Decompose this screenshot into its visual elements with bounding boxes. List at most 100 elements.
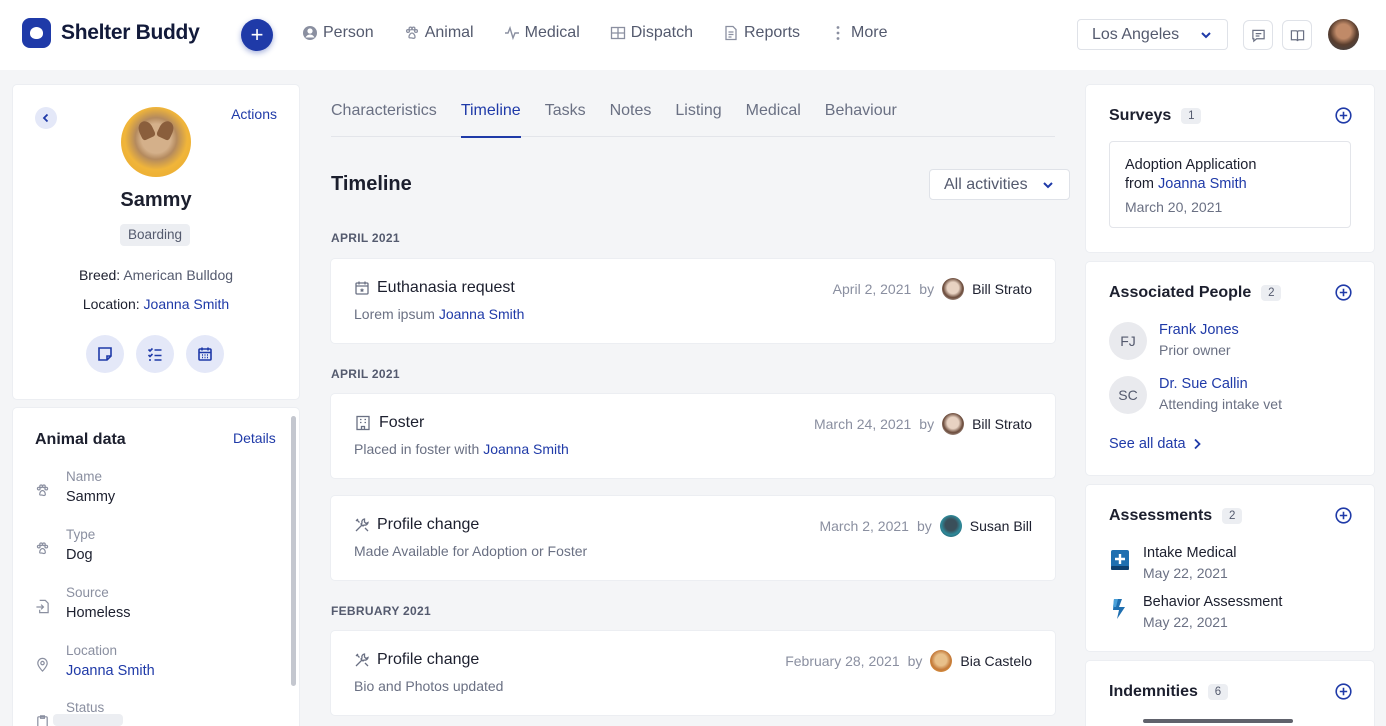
nav-item-more[interactable]: More [830,24,887,42]
details-link[interactable]: Details [233,430,276,446]
nav-item-label: Medical [524,24,580,41]
lightning-icon [1113,599,1125,619]
nav-item-dispatch[interactable]: Dispatch [610,24,693,42]
survey-name: Adoption Application [1125,157,1257,173]
brand[interactable]: Shelter Buddy [22,18,200,48]
activity-filter-select[interactable]: All activities [929,169,1070,200]
chat-icon [1251,29,1265,42]
field-key: Status [66,700,105,715]
medical-plus-icon [1111,550,1129,570]
event-by: by [907,653,923,669]
assessment-name: Intake Medical [1143,545,1237,561]
tab-characteristics[interactable]: Characteristics [331,97,437,137]
event-user[interactable]: Bia Castelo [960,653,1032,669]
actions-link[interactable]: Actions [231,106,277,122]
person-icon [303,26,317,40]
tab-tasks[interactable]: Tasks [545,97,586,137]
animal-field-type: Type Dog [35,527,275,571]
person-role: Attending intake vet [1159,396,1282,412]
event-meta: March 2, 2021 by Susan Bill [819,515,1032,537]
associated-people-card: Associated People 2 FJ Frank Jones Prior… [1086,262,1374,475]
assessment-date: May 22, 2021 [1143,614,1228,630]
assessments-title: Assessments 2 [1109,507,1243,525]
count-badge: 6 [1207,684,1228,700]
field-value-link[interactable]: Joanna Smith [66,663,155,679]
scrollbar[interactable] [291,416,296,686]
tab-notes[interactable]: Notes [610,97,652,137]
event-person-link[interactable]: Joanna Smith [483,441,569,457]
nav-item-person[interactable]: Person [302,24,374,42]
person-name-link[interactable]: Dr. Sue Callin [1159,376,1248,392]
guide-button[interactable] [1282,20,1312,50]
timeline-event[interactable]: Profile change Made Available for Adopti… [331,496,1055,580]
app-name: Shelter Buddy [61,21,200,44]
card-title-text: Indemnities [1109,683,1198,700]
timeline-event[interactable]: Euthanasia request Lorem ipsum Joanna Sm… [331,259,1055,343]
animal-field-source: Source Homeless [35,585,275,629]
tab-timeline[interactable]: Timeline [460,97,521,138]
event-description: Bio and Photos updated [354,678,504,694]
survey-person-link[interactable]: Joanna Smith [1158,176,1247,192]
animal-field-location: Location Joanna Smith [35,643,275,687]
add-person-button[interactable] [1335,284,1352,301]
messages-button[interactable] [1243,20,1273,50]
person-name-link[interactable]: Frank Jones [1159,322,1239,338]
nav-item-animal[interactable]: Animal [404,24,474,42]
see-all-data-link[interactable]: See all data [1109,436,1202,452]
user-avatar[interactable] [1328,19,1359,50]
nav-item-label: Reports [744,24,801,41]
nav-item-medical[interactable]: Medical [504,24,580,42]
event-person-link[interactable]: Joanna Smith [439,306,525,322]
main-nav: Person Animal Medical Dispatch Reports M… [302,24,887,42]
schedule-button[interactable] [186,335,224,373]
nav-item-reports[interactable]: Reports [723,24,800,42]
create-new-button[interactable]: + [241,19,273,51]
status-value-placeholder [53,714,123,726]
add-survey-button[interactable] [1335,107,1352,124]
card-title-text: Associated People [1109,284,1252,301]
tab-medical[interactable]: Medical [746,97,801,137]
month-heading: FEBRUARY 2021 [331,604,431,618]
pet-photo [121,107,191,177]
tab-behaviour[interactable]: Behaviour [825,97,897,137]
event-date: February 28, 2021 [785,653,900,669]
field-value: Homeless [66,605,131,621]
location-link[interactable]: Joanna Smith [144,296,230,312]
add-task-button[interactable] [136,335,174,373]
animal-profile-card: Actions Sammy Boarding Breed: American B… [13,85,299,399]
chevron-right-icon [1193,438,1201,450]
tab-listing[interactable]: Listing [675,97,721,137]
event-user[interactable]: Bill Strato [972,281,1032,297]
building-icon [356,415,370,431]
location-select[interactable]: Los Angeles [1077,19,1228,50]
event-by: by [919,416,935,432]
assessments-card: Assessments 2 Intake Medical May 22, 202… [1086,485,1374,651]
event-title: Euthanasia request [377,279,515,296]
checklist-icon [147,347,162,361]
event-description-text: Lorem ipsum [354,306,435,322]
chevron-left-icon [42,113,49,123]
clipboard-icon [37,715,48,726]
event-user[interactable]: Susan Bill [970,518,1032,534]
survey-item[interactable]: Adoption Application from Joanna Smith M… [1109,141,1351,228]
timeline-event[interactable]: Foster Placed in foster with Joanna Smit… [331,394,1055,478]
assessment-item[interactable]: Intake Medical May 22, 2021 [1109,545,1359,585]
assessment-item[interactable]: Behavior Assessment May 22, 2021 [1109,594,1359,634]
associated-person: FJ Frank Jones Prior owner [1109,322,1359,362]
field-value: Sammy [66,489,116,505]
add-assessment-button[interactable] [1335,507,1352,524]
back-button[interactable] [35,107,57,129]
event-title: Profile change [377,516,480,533]
event-user[interactable]: Bill Strato [972,416,1032,432]
timeline-event[interactable]: Profile change Bio and Photos updated Fe… [331,631,1055,715]
add-note-button[interactable] [86,335,124,373]
add-indemnity-button[interactable] [1335,683,1352,700]
associated-people-title: Associated People 2 [1109,284,1282,302]
pulse-icon [504,25,519,41]
book-open-icon [1290,29,1304,41]
event-title: Foster [379,414,425,431]
month-heading: APRIL 2021 [331,231,400,245]
user-avatar [942,278,965,300]
nav-item-label: More [851,24,888,41]
top-navigation-bar: Shelter Buddy + Person Animal Medical Di… [0,0,1386,70]
